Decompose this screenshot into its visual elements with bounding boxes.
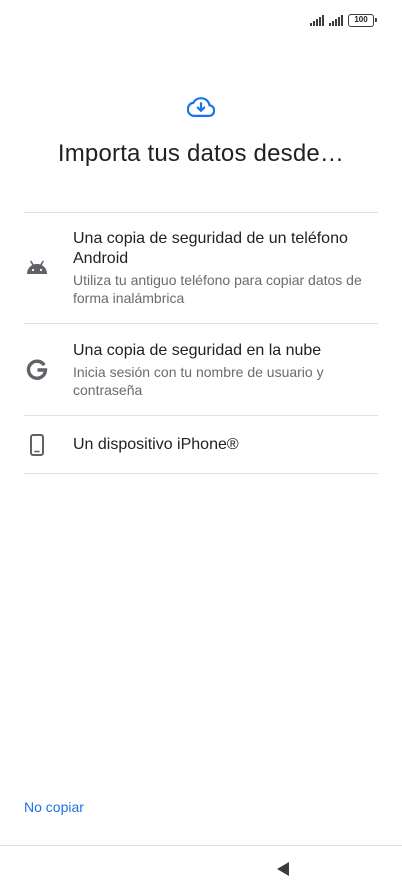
cloud-download-icon: [187, 97, 215, 117]
signal-2-icon: [329, 14, 343, 26]
option-title: Una copia de seguridad de un teléfono An…: [73, 230, 348, 267]
page-title: Importa tus datos desde…: [57, 140, 345, 167]
option-title: Un dispositivo iPhone®: [73, 435, 239, 453]
option-android-backup[interactable]: Una copia de seguridad de un teléfono An…: [24, 213, 378, 324]
battery-level: 100: [354, 15, 368, 24]
option-iphone[interactable]: Un dispositivo iPhone®: [24, 416, 378, 474]
option-title: Una copia de seguridad en la nube: [73, 341, 322, 359]
skip-copy-link[interactable]: No copiar: [24, 799, 84, 815]
phone-icon: [24, 432, 50, 458]
navigation-bar: [0, 845, 402, 894]
option-subtitle: Inicia sesión con tu nombre de usuario y…: [73, 363, 324, 398]
option-cloud-backup[interactable]: Una copia de seguridad en la nube Inicia…: [24, 324, 378, 416]
status-bar: 100: [310, 12, 377, 28]
back-triangle-icon[interactable]: [276, 861, 290, 877]
battery-icon: 100: [348, 13, 377, 27]
signal-1-icon: [310, 14, 324, 26]
android-icon: [24, 255, 50, 281]
import-options-list: Una copia de seguridad de un teléfono An…: [24, 212, 378, 474]
option-subtitle: Utiliza tu antiguo teléfono para copiar …: [73, 272, 362, 306]
google-icon: [24, 357, 50, 383]
